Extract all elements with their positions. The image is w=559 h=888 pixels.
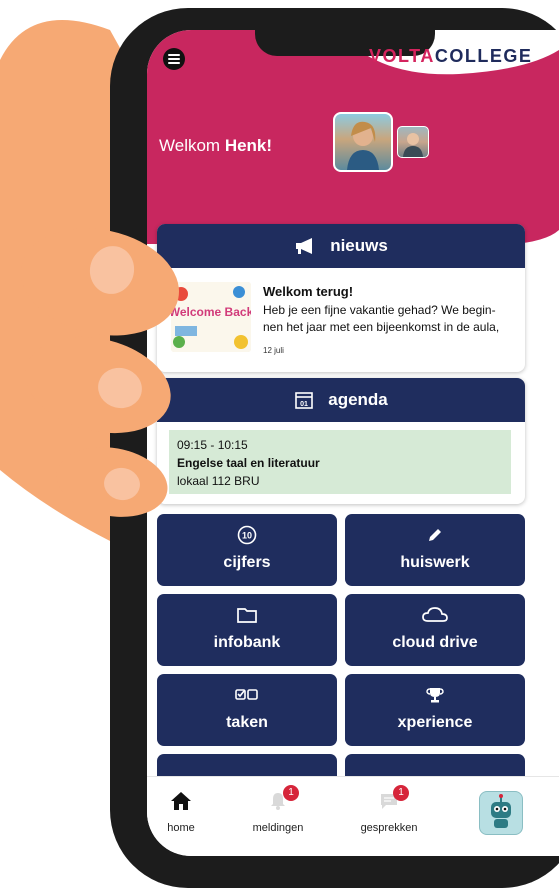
hand-fingers [21, 228, 179, 517]
